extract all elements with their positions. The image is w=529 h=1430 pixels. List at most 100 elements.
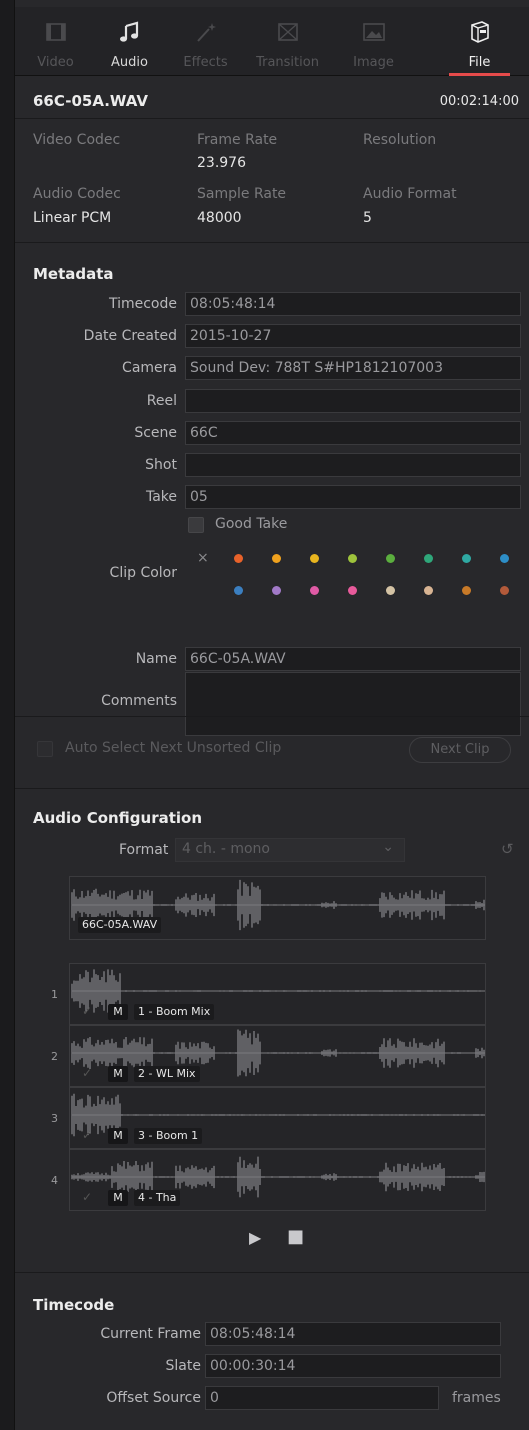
clip-color-swatch[interactable] [424,586,433,595]
channel-1-mute-button[interactable]: M [108,1004,128,1020]
camera-field[interactable]: Sound Dev: 788T S#HP1812107003 [185,356,521,380]
tab-audio[interactable]: Audio [89,7,170,75]
channel-4-waveform[interactable]: ✓ M 4 - Tha [69,1149,486,1211]
comments-label: Comments [101,693,177,709]
tab-audio-label: Audio [111,55,148,70]
tab-image[interactable]: Image [333,7,414,75]
audio-format-label: Audio Format [363,186,457,202]
clip-color-clear-button[interactable]: × [197,550,209,566]
channel-2-check[interactable]: ✓ [82,1066,92,1080]
clip-duration: 00:02:14:00 [439,94,519,109]
clip-color-swatch[interactable] [348,554,357,563]
name-label: Name [135,651,177,667]
camera-label: Camera [122,360,177,376]
channel-2-mute-button[interactable]: M [108,1066,128,1082]
clip-color-swatch[interactable] [348,586,357,595]
divider [15,118,529,119]
waveform-graphic [71,1093,485,1137]
reel-label: Reel [146,393,177,409]
resolution-label: Resolution [363,132,437,148]
tab-file[interactable]: File [439,7,520,76]
offset-source-field[interactable]: 0 [205,1386,439,1410]
play-icon[interactable]: ▶ [249,1228,261,1247]
image-icon [362,23,385,41]
clip-color-swatch[interactable] [234,554,243,563]
tab-video[interactable]: Video [15,7,96,75]
divider [15,242,529,243]
scene-field[interactable]: 66C [185,421,521,445]
divider [15,716,529,717]
clip-color-swatch[interactable] [462,554,471,563]
current-frame-label: Current Frame [100,1326,201,1342]
name-field[interactable]: 66C-05A.WAV [185,647,521,671]
video-codec-label: Video Codec [33,132,121,148]
channel-3-number: 3 [51,1112,58,1125]
format-select[interactable]: 4 ch. - mono ⌄ [175,838,405,862]
transition-icon [277,23,298,41]
clip-color-swatch[interactable] [500,586,509,595]
tab-transition[interactable]: Transition [247,7,328,75]
chevron-down-icon: ⌄ [382,839,394,855]
slate-label: Slate [165,1358,201,1374]
format-label: Format [119,842,169,858]
channel-1-check[interactable]: ✓ [82,1004,92,1018]
channel-2-number: 2 [51,1050,58,1063]
clip-color-swatch[interactable] [272,586,281,595]
file-cabinet-icon [470,21,489,43]
clip-color-swatch[interactable] [386,554,395,563]
take-field[interactable]: 05 [185,485,521,509]
channel-4-mute-button[interactable]: M [108,1190,128,1206]
auto-select-label: Auto Select Next Unsorted Clip [65,740,282,756]
clip-color-swatch[interactable] [386,586,395,595]
audio-codec-value: Linear PCM [33,210,112,226]
channel-3-check[interactable]: ✓ [82,1128,92,1142]
active-tab-indicator [449,73,510,76]
comments-field[interactable] [185,672,521,736]
clip-color-swatch[interactable] [234,586,243,595]
channel-3-mute-button[interactable]: M [108,1128,128,1144]
date-created-label: Date Created [83,328,177,344]
take-label: Take [145,489,177,505]
channel-1-waveform[interactable]: ✓ M 1 - Boom Mix [69,963,486,1025]
slate-field[interactable]: 00:00:30:14 [205,1354,501,1378]
tab-effects[interactable]: Effects [165,7,246,75]
sample-rate-label: Sample Rate [197,186,287,202]
clip-color-swatch[interactable] [310,554,319,563]
offset-source-label: Offset Source [106,1390,201,1406]
channel-1-label: 1 - Boom Mix [134,1004,215,1020]
tab-file-label: File [468,55,491,70]
clip-color-label: Clip Color [109,565,177,581]
divider [15,788,529,789]
clip-color-swatch[interactable] [500,554,509,563]
overview-waveform: 66C-05A.WAV [69,876,486,940]
frame-rate-value: 23.976 [197,155,246,171]
next-clip-button[interactable]: Next Clip [409,737,511,763]
channel-2-label: 2 - WL Mix [134,1066,200,1082]
clip-color-swatch[interactable] [424,554,433,563]
magic-wand-icon [196,23,216,42]
shot-field[interactable] [185,453,521,477]
timecode-field[interactable]: 08:05:48:14 [185,292,521,316]
current-frame-field[interactable]: 08:05:48:14 [205,1322,501,1346]
reel-field[interactable] [185,389,521,413]
clip-color-swatch[interactable] [272,554,281,563]
channel-4-check[interactable]: ✓ [82,1190,92,1204]
sample-rate-value: 48000 [197,210,242,226]
good-take-checkbox[interactable] [188,517,204,533]
channel-3-waveform[interactable]: ✓ M 3 - Boom 1 [69,1087,486,1149]
channel-3-label: 3 - Boom 1 [134,1128,203,1144]
stop-icon[interactable]: ■ [287,1226,304,1247]
channel-2-waveform[interactable]: ✓ M 2 - WL Mix [69,1025,486,1087]
music-note-icon [119,21,138,42]
reset-icon[interactable]: ↺ [501,840,514,858]
overview-clip-label: 66C-05A.WAV [78,917,162,933]
clip-color-swatch[interactable] [462,586,471,595]
clip-color-swatch[interactable] [310,586,319,595]
tab-image-label: Image [353,55,394,70]
waveform-graphic [71,969,485,1013]
auto-select-checkbox[interactable] [37,741,53,757]
date-created-field[interactable]: 2015-10-27 [185,324,521,348]
scene-label: Scene [134,425,177,441]
inspector-tabs: Video Audio Effects Transition Image Fil… [15,7,529,76]
waveform-graphic [71,1156,485,1198]
